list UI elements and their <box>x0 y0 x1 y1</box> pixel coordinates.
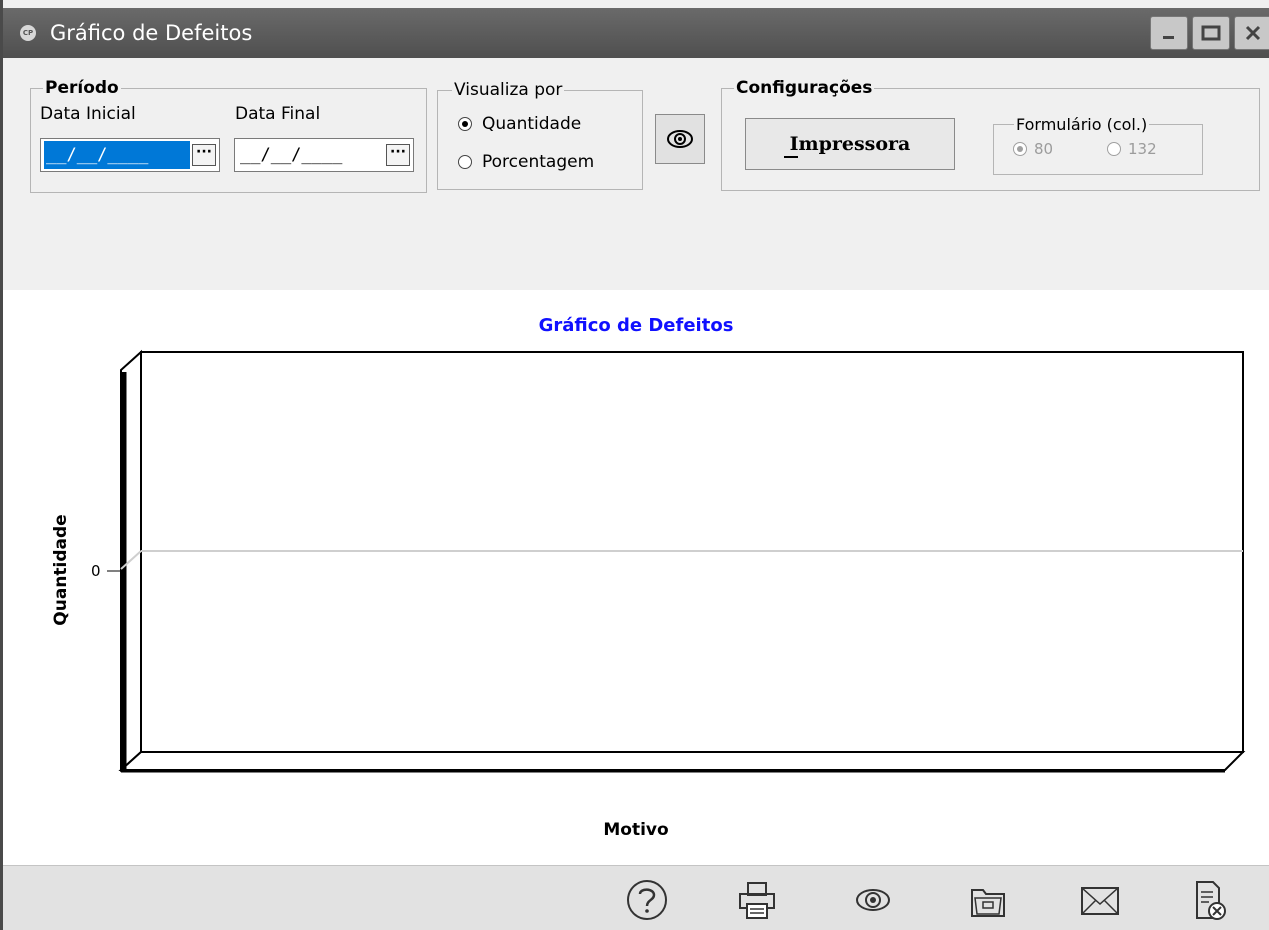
data-final-input[interactable]: __/__/____ <box>238 141 384 169</box>
app-icon: CP <box>20 25 36 41</box>
preview-button[interactable] <box>655 114 705 164</box>
close-document-icon <box>1196 881 1226 920</box>
radio-quantidade[interactable]: Quantidade <box>458 114 581 134</box>
view-button[interactable] <box>851 878 895 922</box>
close-button[interactable] <box>1234 16 1269 50</box>
close-document-button[interactable] <box>1187 878 1231 922</box>
impressora-label: Impressora <box>789 133 911 155</box>
radio-quantidade-label: Quantidade <box>482 114 582 134</box>
radio-132-label: 132 <box>1128 140 1157 158</box>
maximize-icon <box>1201 25 1221 41</box>
radio-80[interactable]: 80 <box>1013 140 1053 158</box>
radio-132-dot[interactable] <box>1107 142 1121 156</box>
radio-80-dot[interactable] <box>1013 142 1027 156</box>
data-inicial-input[interactable]: __/__/____ <box>44 141 190 169</box>
periodo-group: Período <box>30 78 427 193</box>
chart-floor <box>118 751 1246 771</box>
periodo-legend: Período <box>45 78 119 98</box>
main-window: CP Gráfico de Defeitos Período Data Inic… <box>0 0 1269 930</box>
bottom-toolbar <box>3 865 1269 930</box>
close-icon <box>1245 25 1261 41</box>
mail-icon <box>1081 887 1119 915</box>
window-controls <box>1150 16 1269 50</box>
minimize-button[interactable] <box>1150 16 1188 50</box>
chart-svg <box>107 349 1246 773</box>
maximize-button[interactable] <box>1192 16 1230 50</box>
folder-icon <box>971 889 1005 917</box>
folder-button[interactable] <box>966 878 1010 922</box>
data-inicial-label: Data Inicial <box>40 104 136 124</box>
print-button[interactable] <box>735 878 779 922</box>
help-icon <box>627 880 667 920</box>
title-bar: CP Gráfico de Defeitos <box>3 8 1269 58</box>
minimize-icon <box>1163 36 1174 39</box>
radio-porcentagem-label: Porcentagem <box>482 152 595 172</box>
data-final-field[interactable]: __/__/____ ··· <box>234 138 414 172</box>
help-button[interactable] <box>625 878 669 922</box>
radio-porcentagem-dot[interactable] <box>458 155 472 169</box>
impressora-button[interactable]: Impressora <box>745 118 955 170</box>
configuracoes-legend: Configurações <box>736 78 873 98</box>
eye-icon <box>856 889 890 911</box>
chart-xlabel: Motivo <box>603 820 669 840</box>
mail-button[interactable] <box>1078 878 1122 922</box>
visualiza-legend: Visualiza por <box>454 80 563 100</box>
data-inicial-field[interactable]: __/__/____ ··· <box>40 138 220 172</box>
radio-quantidade-dot[interactable] <box>458 117 472 131</box>
chart-ylabel: Quantidade <box>51 514 71 626</box>
chart-area: Gráfico de Defeitos 0 Quantidade Motivo <box>3 290 1269 865</box>
filter-panel: Período Data Inicial Data Final __/__/__… <box>3 58 1269 290</box>
radio-porcentagem[interactable]: Porcentagem <box>458 152 594 172</box>
data-inicial-picker-button[interactable]: ··· <box>192 144 216 166</box>
radio-80-label: 80 <box>1034 140 1054 158</box>
eye-icon <box>667 130 693 148</box>
printer-icon <box>739 882 775 919</box>
ytick-label-0: 0 <box>91 562 101 580</box>
visualiza-group: Visualiza por <box>437 80 643 190</box>
mnemonic-underline <box>784 156 798 158</box>
radio-132[interactable]: 132 <box>1107 140 1157 158</box>
formulario-legend: Formulário (col.) <box>1016 115 1148 134</box>
data-final-label: Data Final <box>235 104 321 124</box>
data-final-picker-button[interactable]: ··· <box>386 144 410 166</box>
window-title: Gráfico de Defeitos <box>50 21 253 45</box>
